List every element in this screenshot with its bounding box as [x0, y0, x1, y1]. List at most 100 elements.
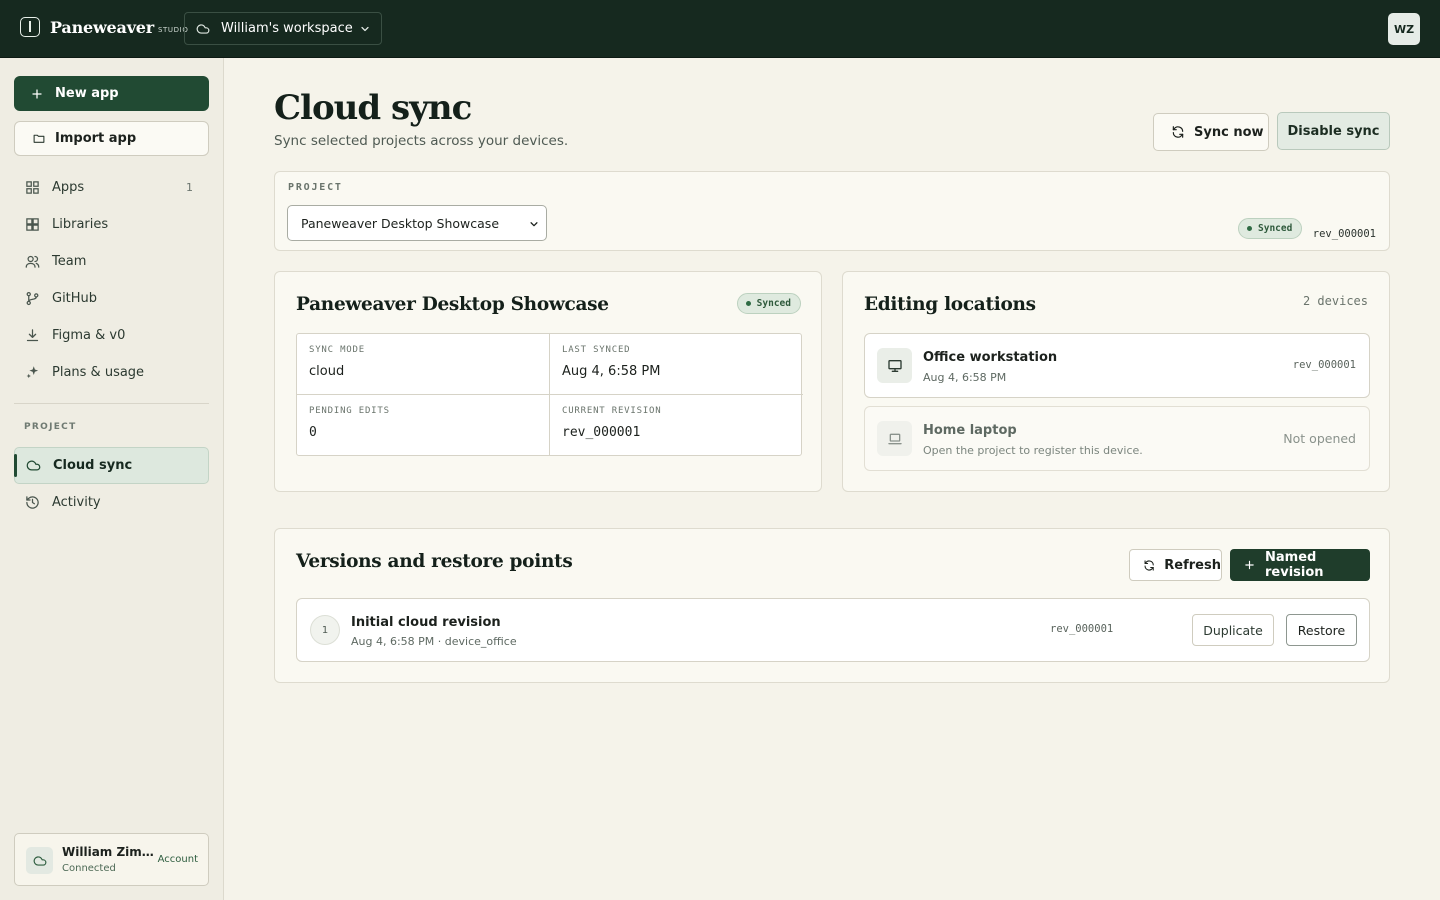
monitor-icon: [887, 359, 902, 372]
new-app-button[interactable]: New app: [14, 76, 209, 111]
laptop-icon: [887, 433, 902, 444]
current-revision-cell: CURRENT REVISION rev_000001: [550, 395, 803, 456]
chevron-down-icon: [530, 222, 538, 227]
device-count: 2 devices: [1302, 294, 1368, 308]
sidebar-item-label: Cloud sync: [53, 458, 133, 473]
pending-edits-value: 0: [309, 425, 317, 440]
sidebar-item-figma[interactable]: Figma & v0: [14, 317, 209, 354]
plus-icon: [32, 88, 42, 99]
sidebar-section-label: PROJECT: [24, 422, 77, 432]
project-label: PROJECT: [288, 182, 343, 193]
sidebar-item-label: GitHub: [52, 291, 98, 306]
project-summary-title: Paneweaver Desktop Showcase: [296, 294, 609, 315]
sidebar-item-plans[interactable]: Plans & usage: [14, 354, 209, 391]
duplicate-button[interactable]: Duplicate: [1192, 614, 1274, 646]
team-icon: [25, 255, 40, 268]
sidebar-item-github[interactable]: GitHub: [14, 280, 209, 317]
sync-mode-cell: SYNC MODE cloud: [297, 334, 550, 395]
pending-edits-cell: PENDING EDITS 0: [297, 395, 550, 456]
project-select[interactable]: Paneweaver Desktop Showcase: [287, 205, 547, 241]
last-synced-cell: LAST SYNCED Aug 4, 6:58 PM: [550, 334, 803, 395]
revision-number: 1: [310, 615, 340, 645]
device-meta: Aug 4, 6:58 PM: [923, 371, 1007, 384]
sync-details-grid: SYNC MODE cloud LAST SYNCED Aug 4, 6:58 …: [296, 333, 803, 456]
last-synced-label: LAST SYNCED: [562, 345, 631, 355]
workspace-switcher[interactable]: William's workspace: [184, 12, 382, 45]
page-title: Cloud sync: [274, 88, 472, 128]
page-subtitle: Sync selected projects across your devic…: [274, 133, 569, 149]
sidebar-nav: Apps 1 Libraries Team GitHub Figma & v0 …: [14, 169, 209, 391]
plus-icon: [1245, 560, 1254, 570]
sidebar-divider: [14, 403, 209, 404]
sync-mode-value: cloud: [309, 364, 345, 379]
sidebar-item-label: Figma & v0: [52, 328, 126, 343]
monitor-icon-wrap: [877, 348, 912, 383]
device-meta: Open the project to register this device…: [923, 444, 1143, 457]
cloud-icon: [33, 855, 46, 866]
disable-sync-button[interactable]: Disable sync: [1277, 112, 1390, 150]
account-card[interactable]: William Zimmerman Connected Account: [14, 833, 209, 886]
refresh-label: Refresh: [1164, 557, 1221, 573]
project-summary-card: Paneweaver Desktop Showcase Synced SYNC …: [274, 271, 822, 492]
status-badge-label: Synced: [756, 298, 791, 309]
status-badge: Synced: [1238, 218, 1303, 239]
project-revision: rev_000001: [1312, 228, 1376, 240]
account-link[interactable]: Account: [158, 854, 198, 865]
sidebar-item-cloud-sync[interactable]: Cloud sync: [14, 447, 209, 484]
sidebar-item-label: Libraries: [52, 217, 109, 232]
project-nav: Cloud sync Activity: [14, 447, 209, 521]
revision-name: Initial cloud revision: [351, 615, 501, 630]
sync-mode-label: SYNC MODE: [309, 345, 365, 355]
versions-title: Versions and restore points: [296, 551, 573, 572]
brand-logo-icon: [20, 17, 40, 37]
pending-edits-label: PENDING EDITS: [309, 406, 390, 416]
sidebar-item-label: Apps: [52, 180, 85, 195]
top-bar: Paneweaver STUDIO William's workspace WZ: [0, 0, 1440, 58]
versions-card: Versions and restore points Refresh Name…: [274, 528, 1390, 683]
refresh-icon: [1172, 126, 1184, 138]
user-avatar[interactable]: WZ: [1388, 13, 1420, 45]
import-app-label: Import app: [55, 131, 137, 146]
sidebar-item-apps[interactable]: Apps 1: [14, 169, 209, 206]
status-dot: [1247, 226, 1252, 231]
import-app-button[interactable]: Import app: [14, 121, 209, 156]
apps-count-badge: 1: [186, 181, 193, 194]
device-row-office[interactable]: Office workstation Aug 4, 6:58 PM rev_00…: [864, 333, 1370, 398]
named-revision-label: Named revision: [1265, 550, 1324, 580]
account-cloud-icon: [26, 847, 53, 874]
device-row-laptop[interactable]: Home laptop Open the project to register…: [864, 406, 1370, 471]
revision-meta: Aug 4, 6:58 PM · device_office: [351, 635, 517, 648]
sidebar: New app Import app Apps 1 Libraries Team…: [0, 58, 224, 900]
device-name: Home laptop: [923, 423, 1017, 438]
chevron-down-icon: [361, 26, 369, 32]
new-app-label: New app: [55, 86, 119, 101]
editing-locations-card: Editing locations 2 devices Office works…: [842, 271, 1390, 492]
brand[interactable]: Paneweaver STUDIO: [20, 17, 188, 37]
laptop-icon-wrap: [877, 421, 912, 456]
project-selector-card: PROJECT Paneweaver Desktop Showcase Sync…: [274, 171, 1390, 251]
brand-name: Paneweaver: [50, 17, 155, 37]
project-select-value: Paneweaver Desktop Showcase: [301, 215, 500, 231]
status-badge: Synced: [736, 293, 801, 314]
download-icon: [26, 329, 39, 342]
account-status: Connected: [62, 863, 116, 874]
sync-now-label: Sync now: [1194, 124, 1264, 140]
sidebar-item-label: Plans & usage: [52, 365, 145, 380]
refresh-button[interactable]: Refresh: [1129, 549, 1222, 581]
sidebar-item-libraries[interactable]: Libraries: [14, 206, 209, 243]
sidebar-item-team[interactable]: Team: [14, 243, 209, 280]
revision-row: 1 Initial cloud revision Aug 4, 6:58 PM …: [296, 598, 1370, 662]
sidebar-item-activity[interactable]: Activity: [14, 484, 209, 521]
sync-now-button[interactable]: Sync now: [1153, 113, 1269, 151]
current-revision-label: CURRENT REVISION: [562, 406, 662, 416]
named-revision-button[interactable]: Named revision: [1230, 549, 1370, 581]
editing-locations-title: Editing locations: [864, 294, 1036, 315]
sidebar-item-label: Activity: [52, 495, 101, 510]
last-synced-value: Aug 4, 6:58 PM: [562, 364, 661, 379]
status-badge-label: Synced: [1258, 223, 1293, 234]
restore-button[interactable]: Restore: [1286, 614, 1357, 646]
account-name: William Zimmerman: [62, 845, 156, 859]
device-revision: rev_000001: [1292, 359, 1356, 371]
git-branch-icon: [26, 291, 39, 306]
apps-grid-icon: [26, 181, 39, 194]
